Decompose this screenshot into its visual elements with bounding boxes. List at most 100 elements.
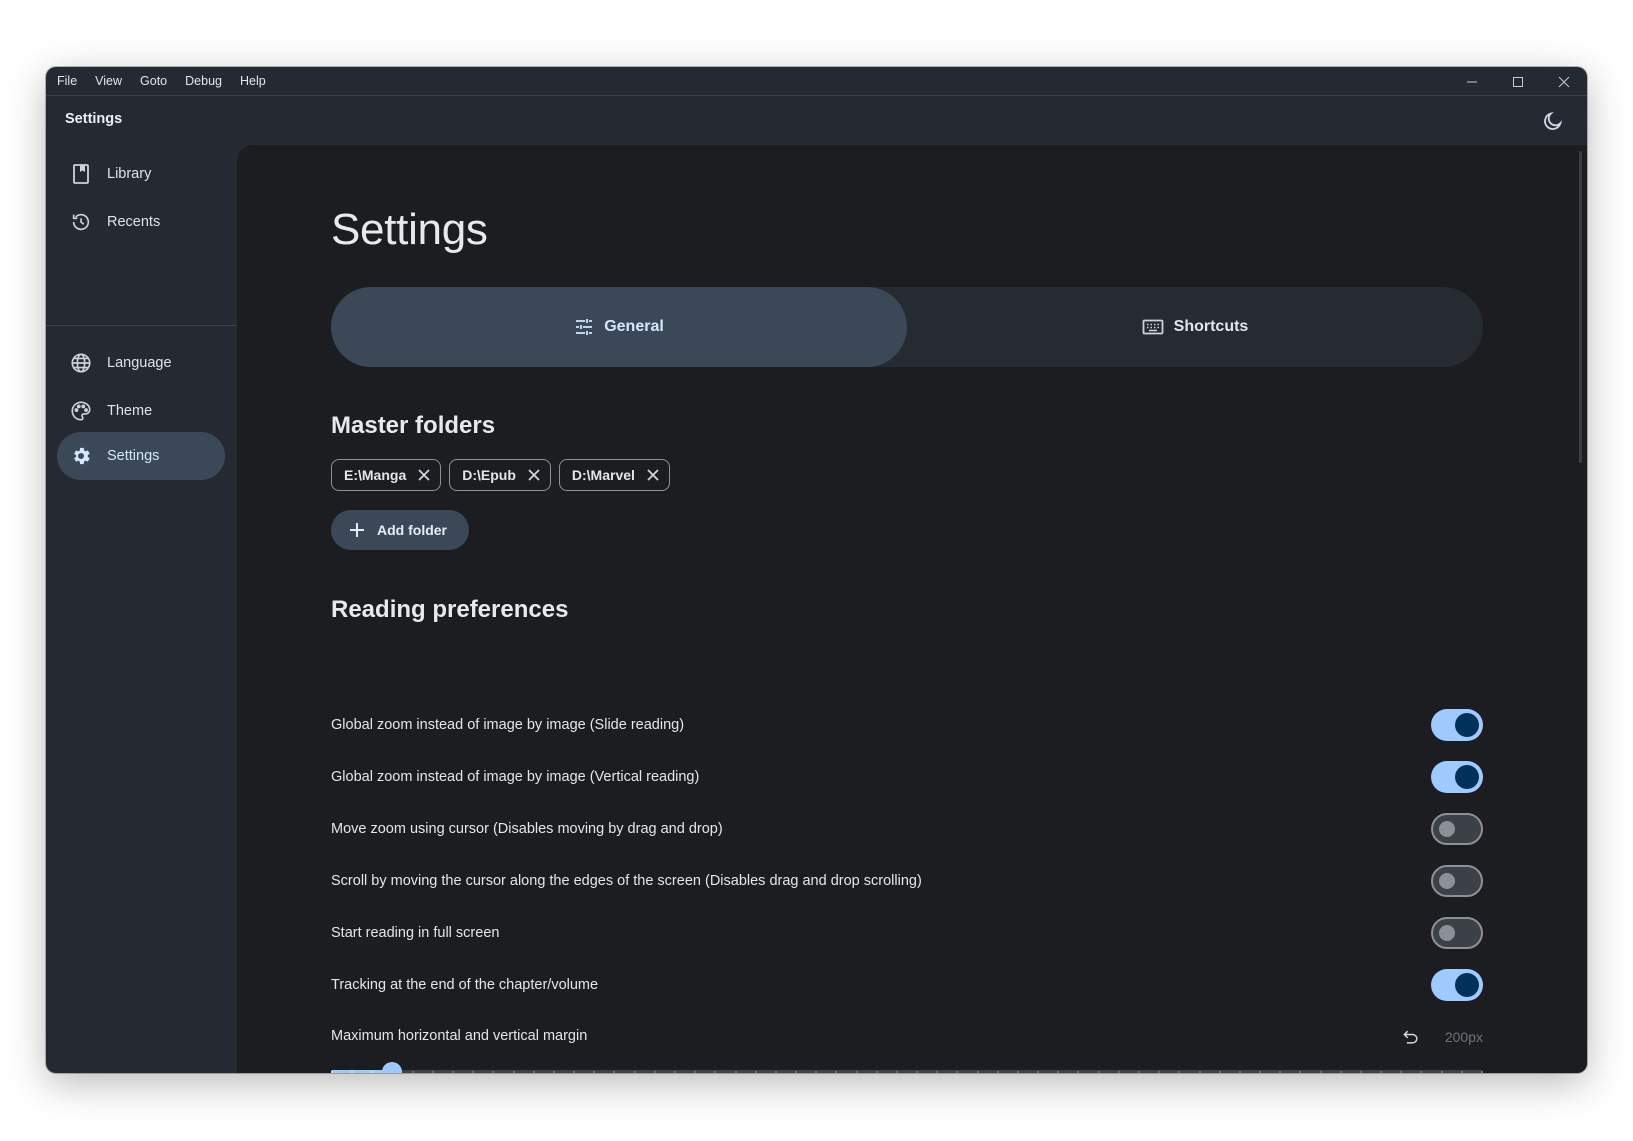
menu-bar: File View Goto Debug Help (46, 67, 1587, 96)
tab-general[interactable]: General (331, 287, 907, 367)
tune-icon (574, 317, 594, 337)
menu-debug[interactable]: Debug (177, 74, 230, 88)
sidebar-item-settings[interactable]: Settings (57, 432, 225, 480)
slider-tick (331, 1071, 333, 1073)
master-folders-heading: Master folders (331, 412, 496, 439)
slider-tick (754, 1071, 757, 1073)
folder-chip: E:\Manga (331, 459, 442, 491)
window-controls (1449, 67, 1587, 96)
pref-label: Move zoom using cursor (Disables moving … (331, 821, 723, 837)
slider-tick (532, 1071, 535, 1073)
keyboard-icon (1142, 318, 1164, 336)
slider-tick (1339, 1071, 1342, 1073)
sidebar-item-label: Settings (107, 448, 160, 464)
close-icon (647, 469, 659, 481)
slider-tick (734, 1071, 737, 1073)
slider-tick (875, 1071, 878, 1073)
toggle-edge-scroll[interactable] (1431, 865, 1483, 897)
margin-value: 200px (1444, 1029, 1483, 1045)
folder-chip-list: E:\Manga D:\Epub D:\Marvel (331, 459, 670, 491)
tab-label: General (604, 318, 664, 335)
toggle-cursor-zoom[interactable] (1431, 813, 1483, 845)
sidebar-item-theme[interactable]: Theme (57, 387, 225, 435)
moon-icon (1544, 111, 1563, 130)
app-window: File View Goto Debug Help Settings Libra… (46, 67, 1587, 1073)
slider-tick (653, 1071, 656, 1073)
folder-chip-label: D:\Marvel (571, 467, 635, 483)
toggle-fullscreen[interactable] (1431, 917, 1483, 949)
slider-tick (1460, 1071, 1463, 1073)
pref-row-fullscreen: Start reading in full screen (331, 913, 1483, 953)
palette-icon (69, 399, 93, 423)
slider-tick (1117, 1071, 1120, 1073)
slider-tick (774, 1071, 777, 1073)
vertical-scrollbar[interactable] (1579, 151, 1582, 463)
toggle-tracking[interactable] (1431, 969, 1483, 1001)
margin-slider[interactable] (331, 1062, 1483, 1073)
close-icon (528, 469, 540, 481)
slider-tick (633, 1071, 636, 1073)
page-title: Settings (331, 205, 488, 254)
undo-icon (1403, 1030, 1418, 1044)
pref-label: Scroll by moving the cursor along the ed… (331, 873, 922, 889)
theme-toggle-button[interactable] (1539, 107, 1567, 135)
margin-setting-row: Maximum horizontal and vertical margin 2… (331, 1025, 1483, 1049)
slider-thumb[interactable] (382, 1062, 403, 1073)
pref-label: Start reading in full screen (331, 925, 500, 941)
menu-view[interactable]: View (87, 74, 130, 88)
add-folder-button[interactable]: Add folder (331, 510, 469, 550)
reset-margin-button[interactable] (1399, 1025, 1423, 1049)
remove-folder-button[interactable] (418, 469, 430, 481)
history-icon (69, 210, 93, 234)
slider-tick (855, 1071, 858, 1073)
slider-tick (1440, 1071, 1443, 1073)
slider-track (331, 1070, 1483, 1073)
slider-tick (795, 1071, 798, 1073)
slider-tick (895, 1071, 898, 1073)
menu-help[interactable]: Help (232, 74, 274, 88)
globe-icon (69, 351, 93, 375)
pref-row-edge-scroll: Scroll by moving the cursor along the ed… (331, 861, 1483, 901)
sidebar-item-label: Theme (107, 403, 153, 419)
slider-tick (1238, 1071, 1241, 1073)
pref-label: Tracking at the end of the chapter/volum… (331, 977, 599, 993)
sidebar: Library Recents Language Theme Settings (46, 145, 237, 1073)
folder-chip-label: E:\Manga (344, 467, 407, 483)
slider-tick (512, 1071, 515, 1073)
tab-label: Shortcuts (1173, 318, 1249, 335)
pref-label: Global zoom instead of image by image (V… (331, 769, 700, 785)
margin-label: Maximum horizontal and vertical margin (331, 1028, 588, 1044)
minimize-button[interactable] (1449, 67, 1495, 96)
sidebar-divider (46, 325, 237, 326)
menu-file[interactable]: File (49, 74, 85, 88)
sidebar-item-library[interactable]: Library (57, 150, 225, 198)
book-icon (69, 162, 93, 186)
sidebar-item-language[interactable]: Language (57, 339, 225, 387)
slider-tick (552, 1071, 555, 1073)
menu-goto[interactable]: Goto (132, 74, 175, 88)
close-icon (418, 469, 430, 481)
pref-row-slide-zoom: Global zoom instead of image by image (S… (331, 705, 1483, 745)
remove-folder-button[interactable] (528, 469, 540, 481)
sidebar-item-label: Language (107, 355, 172, 371)
remove-folder-button[interactable] (647, 469, 659, 481)
slider-tick (1198, 1071, 1201, 1073)
slider-tick (411, 1071, 414, 1073)
slider-tick (976, 1071, 979, 1073)
sidebar-item-recents[interactable]: Recents (57, 198, 225, 246)
pref-row-tracking: Tracking at the end of the chapter/volum… (331, 965, 1483, 1005)
slider-tick (1138, 1071, 1141, 1073)
close-icon (1558, 76, 1570, 87)
close-button[interactable] (1541, 67, 1587, 96)
slider-tick (673, 1071, 676, 1073)
toggle-vertical-zoom[interactable] (1431, 761, 1483, 793)
slider-tick (1016, 1071, 1019, 1073)
slider-tick (1097, 1071, 1100, 1073)
settings-content: Settings General Shortcuts Master folder… (237, 145, 1587, 1073)
maximize-icon (1513, 76, 1523, 87)
folder-chip: D:\Marvel (558, 459, 670, 491)
toggle-slide-zoom[interactable] (1431, 709, 1483, 741)
tab-shortcuts[interactable]: Shortcuts (907, 287, 1483, 367)
maximize-button[interactable] (1495, 67, 1541, 96)
sidebar-item-label: Recents (107, 214, 161, 230)
